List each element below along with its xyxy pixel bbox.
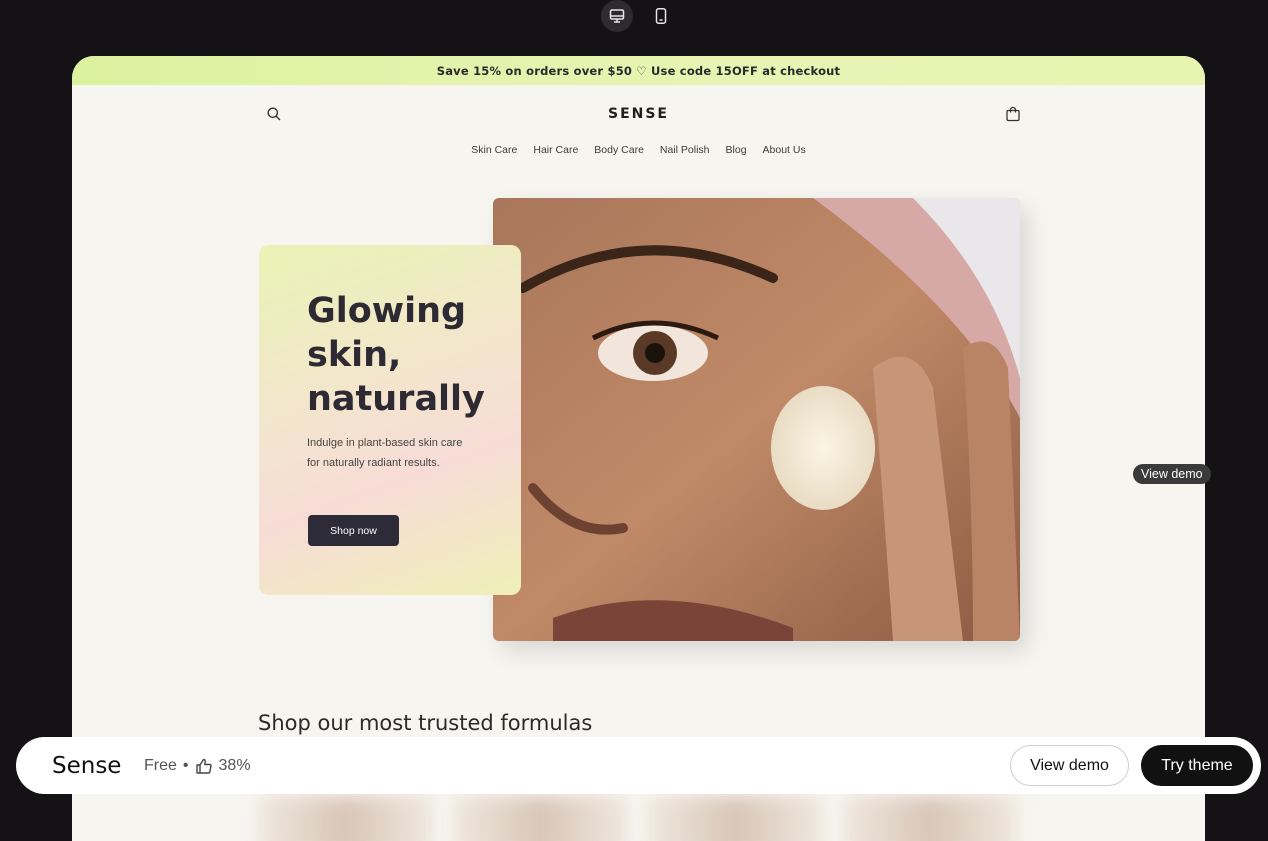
try-theme-button[interactable]: Try theme bbox=[1141, 745, 1253, 786]
monitor-icon bbox=[609, 9, 625, 23]
theme-preview-frame: Save 15% on orders over $50 ♡ Use code 1… bbox=[72, 56, 1205, 841]
store-header: SENSE Skin Care Hair Care Body Care Nail… bbox=[72, 85, 1205, 175]
mobile-icon bbox=[655, 8, 667, 24]
cart-icon[interactable] bbox=[1005, 106, 1021, 122]
hero-title: Glowing skin, naturally bbox=[307, 289, 507, 421]
nav-item-skin-care[interactable]: Skin Care bbox=[471, 144, 517, 156]
theme-name: Sense bbox=[52, 752, 122, 779]
nav-item-nail-polish[interactable]: Nail Polish bbox=[660, 144, 710, 156]
hero-subtitle: Indulge in plant-based skin care for nat… bbox=[307, 437, 463, 469]
device-toggle bbox=[600, 0, 680, 32]
hero-title-line: skin, bbox=[307, 335, 402, 375]
theme-price: Free bbox=[144, 756, 177, 774]
hero-text-card: Glowing skin, naturally Indulge in plant… bbox=[259, 245, 521, 595]
nav-item-blog[interactable]: Blog bbox=[726, 144, 747, 156]
view-demo-tooltip[interactable]: View demo bbox=[1133, 464, 1211, 484]
product-card bbox=[648, 796, 823, 841]
view-demo-button[interactable]: View demo bbox=[1010, 745, 1129, 786]
shop-now-button[interactable]: Shop now bbox=[308, 515, 399, 546]
theme-bottom-bar: Sense Free • 38% View demo Try theme bbox=[16, 737, 1261, 794]
product-card bbox=[258, 796, 433, 841]
desktop-view-button[interactable] bbox=[601, 0, 633, 32]
thumbs-up-icon bbox=[195, 758, 212, 774]
hero-title-line: Glowing bbox=[307, 291, 467, 331]
theme-rating: 38% bbox=[218, 756, 251, 774]
product-card bbox=[453, 796, 628, 841]
store-logo[interactable]: SENSE bbox=[72, 106, 1205, 122]
meta-separator: • bbox=[182, 756, 189, 774]
hero-title-line: naturally bbox=[307, 379, 485, 419]
section-title: Shop our most trusted formulas bbox=[258, 711, 593, 735]
nav-item-about-us[interactable]: About Us bbox=[763, 144, 806, 156]
face-photo bbox=[493, 198, 1020, 641]
mobile-view-button[interactable] bbox=[645, 0, 677, 32]
product-row-blurred bbox=[258, 796, 1018, 841]
product-card bbox=[843, 796, 1018, 841]
nav-item-body-care[interactable]: Body Care bbox=[594, 144, 644, 156]
hero-image bbox=[493, 198, 1020, 641]
theme-meta: Free • 38% bbox=[144, 757, 251, 775]
nav-item-hair-care[interactable]: Hair Care bbox=[533, 144, 578, 156]
main-nav: Skin Care Hair Care Body Care Nail Polis… bbox=[72, 144, 1205, 156]
